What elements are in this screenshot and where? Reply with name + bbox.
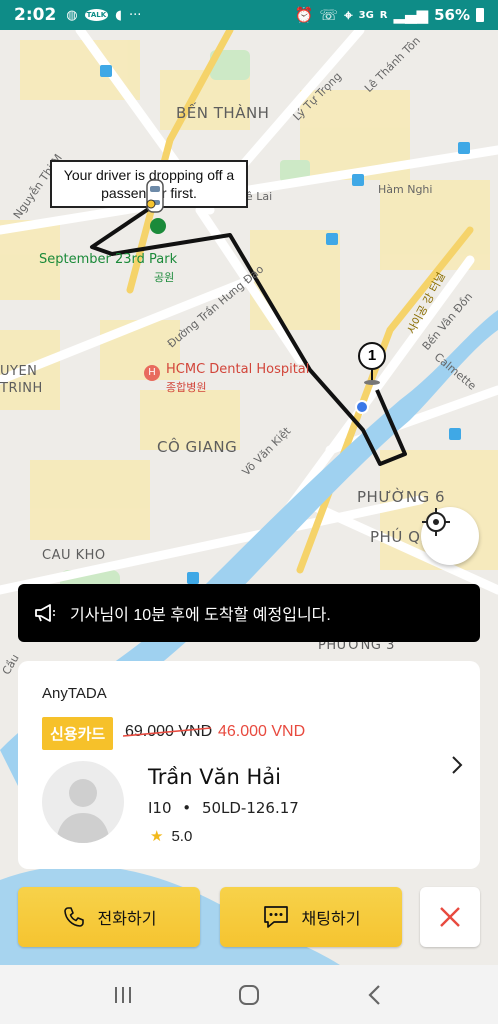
street-label-ham-nghi: Hàm Nghi — [378, 183, 433, 196]
alarm-icon: ⏰ — [294, 6, 314, 24]
original-price: 69.000 VND — [123, 723, 212, 741]
chevron-right-icon[interactable] — [450, 754, 464, 776]
area-label-uyen: UYEN — [0, 364, 38, 379]
network-type: 3G — [358, 9, 374, 21]
area-label-cau-kho: CAU KHO — [42, 548, 106, 563]
vehicle-model: I10 — [148, 799, 172, 817]
crosshair-icon — [422, 508, 450, 536]
chat-driver-button[interactable]: 채팅하기 — [220, 887, 402, 947]
my-location-button[interactable] — [421, 507, 479, 565]
person-icon — [56, 779, 110, 843]
phone-icon — [63, 907, 84, 927]
signal-icon: ▂▄▆ — [393, 6, 429, 24]
price-strike-line — [123, 727, 211, 737]
signal-roaming: R — [379, 9, 388, 21]
status-right: ⏰ ☏ ⌖ 3G R ▂▄▆ 56% — [295, 6, 484, 24]
location-icon: ⌖ — [344, 6, 353, 24]
area-label-trinh: TRINH — [0, 381, 43, 396]
rating-value: 5.0 — [171, 827, 193, 845]
recent-apps-icon — [115, 986, 131, 1003]
status-bar: 2:02 ◍ TALK ◖ ··· ⏰ ☏ ⌖ 3G R ▂▄▆ 56% — [0, 0, 498, 30]
eta-banner: 기사님이 10분 후에 도착할 예정입니다. — [18, 584, 480, 642]
vehicle-separator: • — [182, 799, 192, 817]
destination-marker[interactable]: 1 — [358, 342, 386, 370]
area-label-ben-thanh: BẾN THÀNH — [176, 104, 270, 122]
chat-bubble-icon — [263, 906, 288, 928]
area-label-phuong6: PHƯỜNG 6 — [357, 488, 446, 506]
cancel-ride-button[interactable] — [420, 887, 480, 947]
eta-text: 기사님이 10분 후에 도착할 예정입니다. — [70, 607, 331, 624]
hospital-label-kr: 종합병원 — [166, 381, 207, 394]
home-icon — [239, 984, 259, 1005]
megaphone-icon — [35, 604, 55, 622]
pill-icon: ◖ — [115, 7, 123, 23]
user-location-dot — [355, 400, 369, 414]
driver-avatar — [42, 761, 124, 843]
chat-button-label: 채팅하기 — [301, 911, 361, 928]
call-driver-button[interactable]: 전화하기 — [18, 887, 200, 947]
more-icon: ··· — [129, 7, 142, 23]
call-button-label: 전화하기 — [97, 911, 157, 928]
hospital-label: HCMC Dental Hospital — [166, 362, 310, 377]
park-pin-icon — [150, 218, 166, 234]
close-icon — [440, 907, 460, 927]
driver-name: Trần Văn Hải — [148, 765, 281, 789]
star-icon: ★ — [150, 828, 164, 845]
vehicle-plate: 50LD-126.17 — [201, 799, 299, 817]
globe-icon: ◍ — [66, 7, 78, 23]
service-name: AnyTADA — [42, 685, 107, 702]
back-icon — [368, 984, 380, 1005]
hospital-pin-icon: H — [144, 365, 160, 381]
recent-apps-button[interactable] — [103, 975, 143, 1015]
status-left-icons: ◍ TALK ◖ ··· — [66, 8, 141, 23]
payment-method-badge: 신용카드 — [42, 717, 114, 750]
driver-car-icon — [146, 179, 164, 213]
ride-info-card[interactable]: AnyTADA 신용카드 69.000 VND 46.000 VND Trần … — [18, 661, 480, 869]
home-button[interactable] — [229, 975, 269, 1015]
destination-marker-shadow — [364, 380, 380, 385]
driver-rating: ★ 5.0 — [150, 827, 193, 846]
system-nav-bar — [0, 965, 498, 1024]
park-label: September 23rd Park — [39, 252, 178, 267]
back-button[interactable] — [355, 975, 395, 1015]
final-price: 46.000 VND — [218, 723, 306, 740]
status-time: 2:02 — [14, 5, 57, 25]
wifi-call-icon: ☏ — [319, 6, 339, 24]
park-label-kr: 공원 — [154, 271, 175, 284]
battery-icon — [476, 8, 484, 22]
vehicle-info: I10 • 50LD-126.17 — [148, 799, 299, 817]
area-label-co-giang: CÔ GIANG — [157, 438, 238, 456]
talk-icon: TALK — [84, 9, 109, 21]
battery-percent: 56% — [434, 6, 470, 24]
